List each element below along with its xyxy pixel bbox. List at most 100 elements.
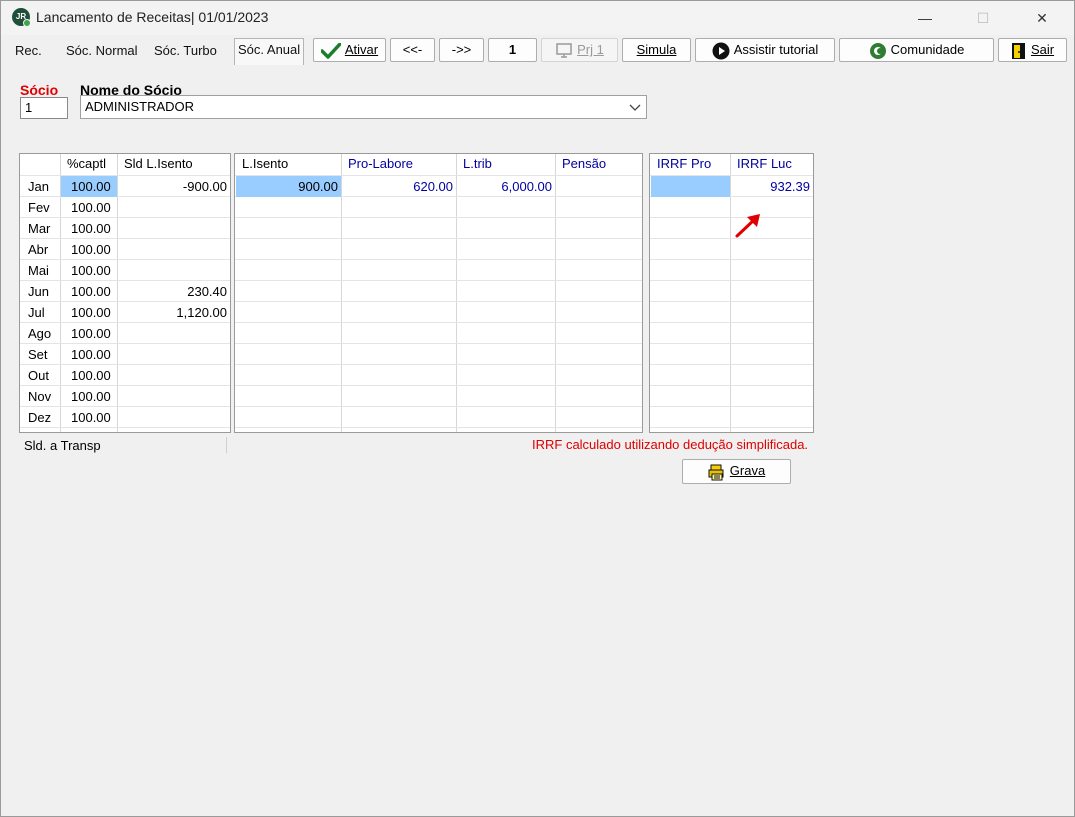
grid-cell[interactable] [118, 407, 230, 428]
grid-cell[interactable] [651, 260, 730, 281]
grid-cell[interactable]: 100.00 [61, 218, 117, 239]
grid-cell[interactable] [731, 239, 813, 260]
grid-cell[interactable] [342, 239, 456, 260]
socio-input[interactable]: 1 [20, 97, 68, 119]
grid-cell[interactable]: 100.00 [61, 407, 117, 428]
grid-cell[interactable]: 230.40 [118, 281, 230, 302]
grid-cell[interactable] [731, 281, 813, 302]
grid-cell[interactable] [457, 239, 555, 260]
grid-cell[interactable] [342, 197, 456, 218]
grid-cell[interactable] [342, 386, 456, 407]
grid-cell[interactable]: 100.00 [61, 365, 117, 386]
page-number-button[interactable]: 1 [488, 38, 537, 62]
grid-cell[interactable] [118, 323, 230, 344]
grid-cell[interactable] [236, 239, 341, 260]
grid-cell[interactable] [651, 302, 730, 323]
grid-cell[interactable] [556, 323, 642, 344]
grid-cell[interactable] [731, 344, 813, 365]
grid-cell[interactable] [457, 302, 555, 323]
grid-cell[interactable] [236, 323, 341, 344]
grid-cell[interactable] [342, 323, 456, 344]
grid-cell[interactable] [457, 218, 555, 239]
next-button[interactable]: ->> [439, 38, 484, 62]
grid-cell[interactable] [457, 281, 555, 302]
grid-cell[interactable] [651, 176, 730, 197]
grid-cell[interactable] [118, 218, 230, 239]
grid-cell[interactable] [457, 386, 555, 407]
grid-cell[interactable] [457, 260, 555, 281]
grid-cell[interactable] [556, 344, 642, 365]
maximize-button[interactable]: ☐ [960, 1, 1006, 35]
minimize-button[interactable]: — [902, 1, 948, 35]
tab-rec[interactable]: Rec. [12, 40, 45, 64]
grid-cell[interactable] [731, 386, 813, 407]
grid-cell[interactable] [118, 239, 230, 260]
grid-cell[interactable]: 100.00 [61, 197, 117, 218]
grid-cell[interactable] [651, 344, 730, 365]
grid-cell[interactable] [342, 218, 456, 239]
close-button[interactable]: ✕ [1019, 1, 1065, 35]
grid-cell[interactable] [651, 365, 730, 386]
grid-cell[interactable]: 100.00 [61, 386, 117, 407]
grid-cell[interactable] [118, 386, 230, 407]
grid-cell[interactable] [342, 344, 456, 365]
grid-cell[interactable] [556, 260, 642, 281]
sair-button[interactable]: Sair [998, 38, 1067, 62]
grid-cell[interactable]: 620.00 [342, 176, 456, 197]
grid-cell[interactable] [236, 260, 341, 281]
grid-cell[interactable] [236, 302, 341, 323]
tab-soc-anual[interactable]: Sóc. Anual [234, 38, 305, 65]
grid-cell[interactable] [556, 281, 642, 302]
grid-cell[interactable] [556, 407, 642, 428]
grid-cell[interactable] [651, 239, 730, 260]
grid-cell[interactable]: 100.00 [61, 323, 117, 344]
grid-cell[interactable] [457, 344, 555, 365]
grid-cell[interactable] [651, 281, 730, 302]
grid-cell[interactable] [651, 218, 730, 239]
tab-soc-turbo[interactable]: Sóc. Turbo [151, 40, 220, 64]
grid-cell[interactable] [118, 197, 230, 218]
grid-cell[interactable] [118, 365, 230, 386]
grid-cell[interactable]: -900.00 [118, 176, 230, 197]
grid-cell[interactable] [236, 365, 341, 386]
grid-cell[interactable] [651, 197, 730, 218]
grid-cell[interactable] [236, 386, 341, 407]
grid-cell[interactable]: 1,120.00 [118, 302, 230, 323]
grid-cell[interactable] [236, 407, 341, 428]
grid-cell[interactable] [342, 281, 456, 302]
grid-cell[interactable] [651, 407, 730, 428]
grid-cell[interactable]: 100.00 [61, 302, 117, 323]
grava-button[interactable]: Grava [682, 459, 791, 484]
grid-cell[interactable]: 100.00 [61, 344, 117, 365]
grid-cell[interactable] [342, 302, 456, 323]
grid-cell[interactable] [457, 407, 555, 428]
previous-button[interactable]: <<- [390, 38, 435, 62]
grid-cell[interactable] [651, 386, 730, 407]
grid-cell[interactable] [236, 218, 341, 239]
grid-cell[interactable] [731, 365, 813, 386]
grid-cell[interactable]: 6,000.00 [457, 176, 555, 197]
grid-cell[interactable] [236, 197, 341, 218]
grid-cell[interactable] [731, 323, 813, 344]
grid-cell[interactable]: 100.00 [61, 260, 117, 281]
grid-cell[interactable] [731, 260, 813, 281]
grid-cell[interactable] [457, 365, 555, 386]
nome-socio-select[interactable]: ADMINISTRADOR [80, 95, 647, 119]
ativar-button[interactable]: Ativar [313, 38, 386, 62]
grid-cell[interactable] [731, 407, 813, 428]
grid-cell[interactable] [556, 365, 642, 386]
grid-cell[interactable]: 100.00 [61, 176, 117, 197]
grid-cell[interactable] [556, 176, 642, 197]
grid-cell[interactable] [342, 407, 456, 428]
grid-cell[interactable] [342, 365, 456, 386]
grid-cell[interactable]: 900.00 [236, 176, 341, 197]
grid-cell[interactable] [556, 218, 642, 239]
grid-cell[interactable] [556, 302, 642, 323]
grid-cell[interactable] [556, 386, 642, 407]
grid-cell[interactable] [236, 344, 341, 365]
grid-cell[interactable] [651, 323, 730, 344]
grid-cell[interactable] [556, 239, 642, 260]
grid-cell[interactable] [457, 323, 555, 344]
grid-cell[interactable] [457, 197, 555, 218]
grid-cell[interactable] [118, 260, 230, 281]
